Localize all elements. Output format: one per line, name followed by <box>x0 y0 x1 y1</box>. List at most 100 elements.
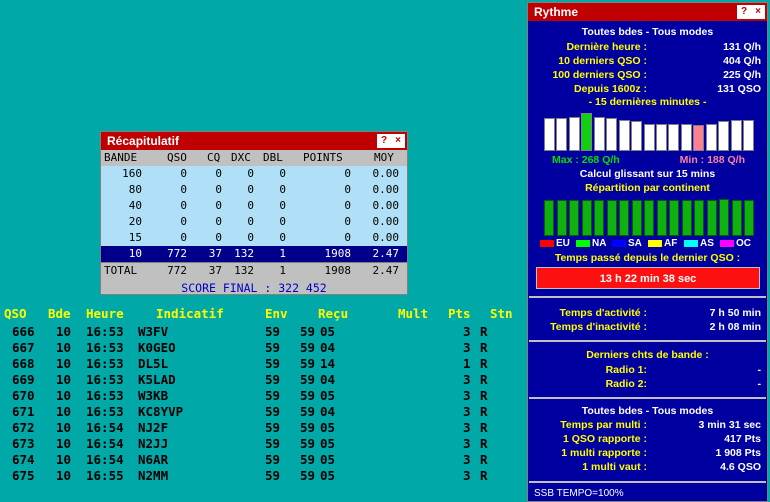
log-row[interactable]: 670 10 16:53 W3KB 59 59 05 3 R <box>0 388 526 404</box>
recap-title: Récapitulatif <box>107 134 180 148</box>
rate-bar <box>544 118 555 151</box>
recap-points: 1908 <box>324 247 352 260</box>
log-env: 59 <box>265 468 281 483</box>
rythme-titlebar[interactable]: Rythme ? × <box>528 3 767 21</box>
recap-points: 0 <box>344 183 351 196</box>
log-qso: 673 <box>12 436 35 451</box>
log-stn: R <box>480 372 488 387</box>
log-indicatif: DL5L <box>138 356 169 371</box>
rate-bar <box>631 121 643 151</box>
log-mult: 04 <box>320 340 336 355</box>
log-heure: 16:54 <box>86 452 124 467</box>
log-row[interactable]: 668 10 16:53 DL5L 59 59 14 1 R <box>0 356 526 372</box>
recap-bande: 40 <box>128 199 142 212</box>
continent-bar <box>644 200 654 236</box>
last15-label: - 15 dernières minutes - <box>588 96 707 108</box>
log-bde: 10 <box>56 404 72 419</box>
legend-swatch <box>684 240 698 247</box>
rythme-close-button[interactable]: × <box>751 5 765 19</box>
recap-header-row: BANDE QSO CQ DXC DBL POINTS MOY <box>101 150 407 166</box>
continent-bar <box>594 200 604 236</box>
recap-qso: 0 <box>180 167 187 180</box>
continent-bar <box>656 200 667 236</box>
log-bde: 10 <box>56 420 72 435</box>
stat-label: 1 QSO rapporte : <box>562 433 647 445</box>
log-mult: 14 <box>320 356 336 371</box>
log-row[interactable]: 671 10 16:53 KC8YVP 59 59 04 3 R <box>0 404 526 420</box>
log-mult: 04 <box>320 404 336 419</box>
recap-moy: 2.47 <box>372 264 400 277</box>
log-stn: R <box>480 452 488 467</box>
rythme-help-button[interactable]: ? <box>737 5 751 19</box>
temps-passe-value: 13 h 22 min 38 sec <box>536 267 760 289</box>
log-row[interactable]: 672 10 16:54 NJ2F 59 59 05 3 R <box>0 420 526 436</box>
log-pts: 3 <box>463 388 471 403</box>
recap-row[interactable]: 10 772 37 132 1 1908 2.47 <box>101 246 407 262</box>
log-recu: 59 <box>300 452 316 467</box>
log-mult: 05 <box>320 324 336 339</box>
recap-qso: 772 <box>167 247 187 260</box>
log-recu: 59 <box>300 324 316 339</box>
recap-row[interactable]: 160 0 0 0 0 0 0.00 <box>101 166 407 182</box>
score-final: SCORE FINAL : 322 452 <box>181 281 327 295</box>
repartition-label: Répartition par continent <box>585 182 710 194</box>
log-env: 59 <box>265 404 281 419</box>
recap-qso: 0 <box>180 215 187 228</box>
recap-dbl: 0 <box>279 167 286 180</box>
continent-bar <box>606 200 617 236</box>
recap-row[interactable]: 80 0 0 0 0 0 0.00 <box>101 182 407 198</box>
log-pts: 3 <box>463 468 471 483</box>
continent-bar <box>744 200 754 236</box>
stat-label: Radio 1: <box>605 364 647 376</box>
section-all-title: Toutes bdes - Tous modes <box>581 26 714 38</box>
stat-value: 404 Q/h <box>723 55 761 67</box>
recap-bande: 10 <box>128 247 142 260</box>
recap-help-button[interactable]: ? <box>377 134 391 148</box>
log-pts: 3 <box>463 420 471 435</box>
recap-dbl: 1 <box>279 247 286 260</box>
log-env: 59 <box>265 340 281 355</box>
log-qso: 668 <box>12 356 35 371</box>
max-label: Max : 268 Q/h <box>552 154 620 166</box>
rate-bar <box>556 118 568 151</box>
col-bde: Bde <box>48 306 71 321</box>
log-mult: 05 <box>320 452 336 467</box>
recap-row[interactable]: 20 0 0 0 0 0 0.00 <box>101 214 407 230</box>
legend-label: EU <box>556 238 570 249</box>
recap-row[interactable]: 40 0 0 0 0 0 0.00 <box>101 198 407 214</box>
recap-close-button[interactable]: × <box>391 134 405 148</box>
stat-label: 10 derniers QSO : <box>558 55 647 67</box>
continent-bar <box>706 200 717 236</box>
recap-window[interactable]: Récapitulatif ? × BANDE QSO CQ DXC DBL P… <box>100 131 408 295</box>
log-env: 59 <box>265 372 281 387</box>
recap-dxc: 132 <box>234 247 254 260</box>
continent-bar <box>694 200 704 236</box>
recap-titlebar[interactable]: Récapitulatif ? × <box>101 132 407 150</box>
log-heure: 16:53 <box>86 388 124 403</box>
log-stn: R <box>480 388 488 403</box>
log-env: 59 <box>265 356 281 371</box>
recap-col-dxc: DXC <box>231 151 251 164</box>
log-row[interactable]: 675 10 16:55 N2MM 59 59 05 3 R <box>0 468 526 484</box>
stat-value: - <box>757 364 762 376</box>
log-heure: 16:53 <box>86 372 124 387</box>
log-heure: 16:55 <box>86 468 124 483</box>
log-heure: 16:54 <box>86 436 124 451</box>
log-indicatif: N2JJ <box>138 436 169 451</box>
rythme-window[interactable]: Rythme ? × Toutes bdes - Tous modes Dern… <box>527 2 768 502</box>
recap-row[interactable]: 15 0 0 0 0 0 0.00 <box>101 230 407 246</box>
log-bde: 10 <box>56 452 72 467</box>
log-row[interactable]: 673 10 16:54 N2JJ 59 59 05 3 R <box>0 436 526 452</box>
log-row[interactable]: 667 10 16:53 K0GEO 59 59 04 3 R <box>0 340 526 356</box>
continent-bar <box>731 200 742 236</box>
recap-cq: 0 <box>215 215 222 228</box>
log-row[interactable]: 669 10 16:53 K5LAD 59 59 04 3 R <box>0 372 526 388</box>
log-row[interactable]: 674 10 16:54 N6AR 59 59 05 3 R <box>0 452 526 468</box>
rate-bar <box>655 124 667 151</box>
log-env: 59 <box>265 452 281 467</box>
log-row[interactable]: 666 10 16:53 W3FV 59 59 05 3 R <box>0 324 526 340</box>
legend-swatch <box>540 240 554 247</box>
divider <box>529 481 766 483</box>
qso-log[interactable]: QSO Bde Heure Indicatif Env Reçu Mult Pt… <box>0 306 526 484</box>
log-indicatif: N2MM <box>138 468 169 483</box>
